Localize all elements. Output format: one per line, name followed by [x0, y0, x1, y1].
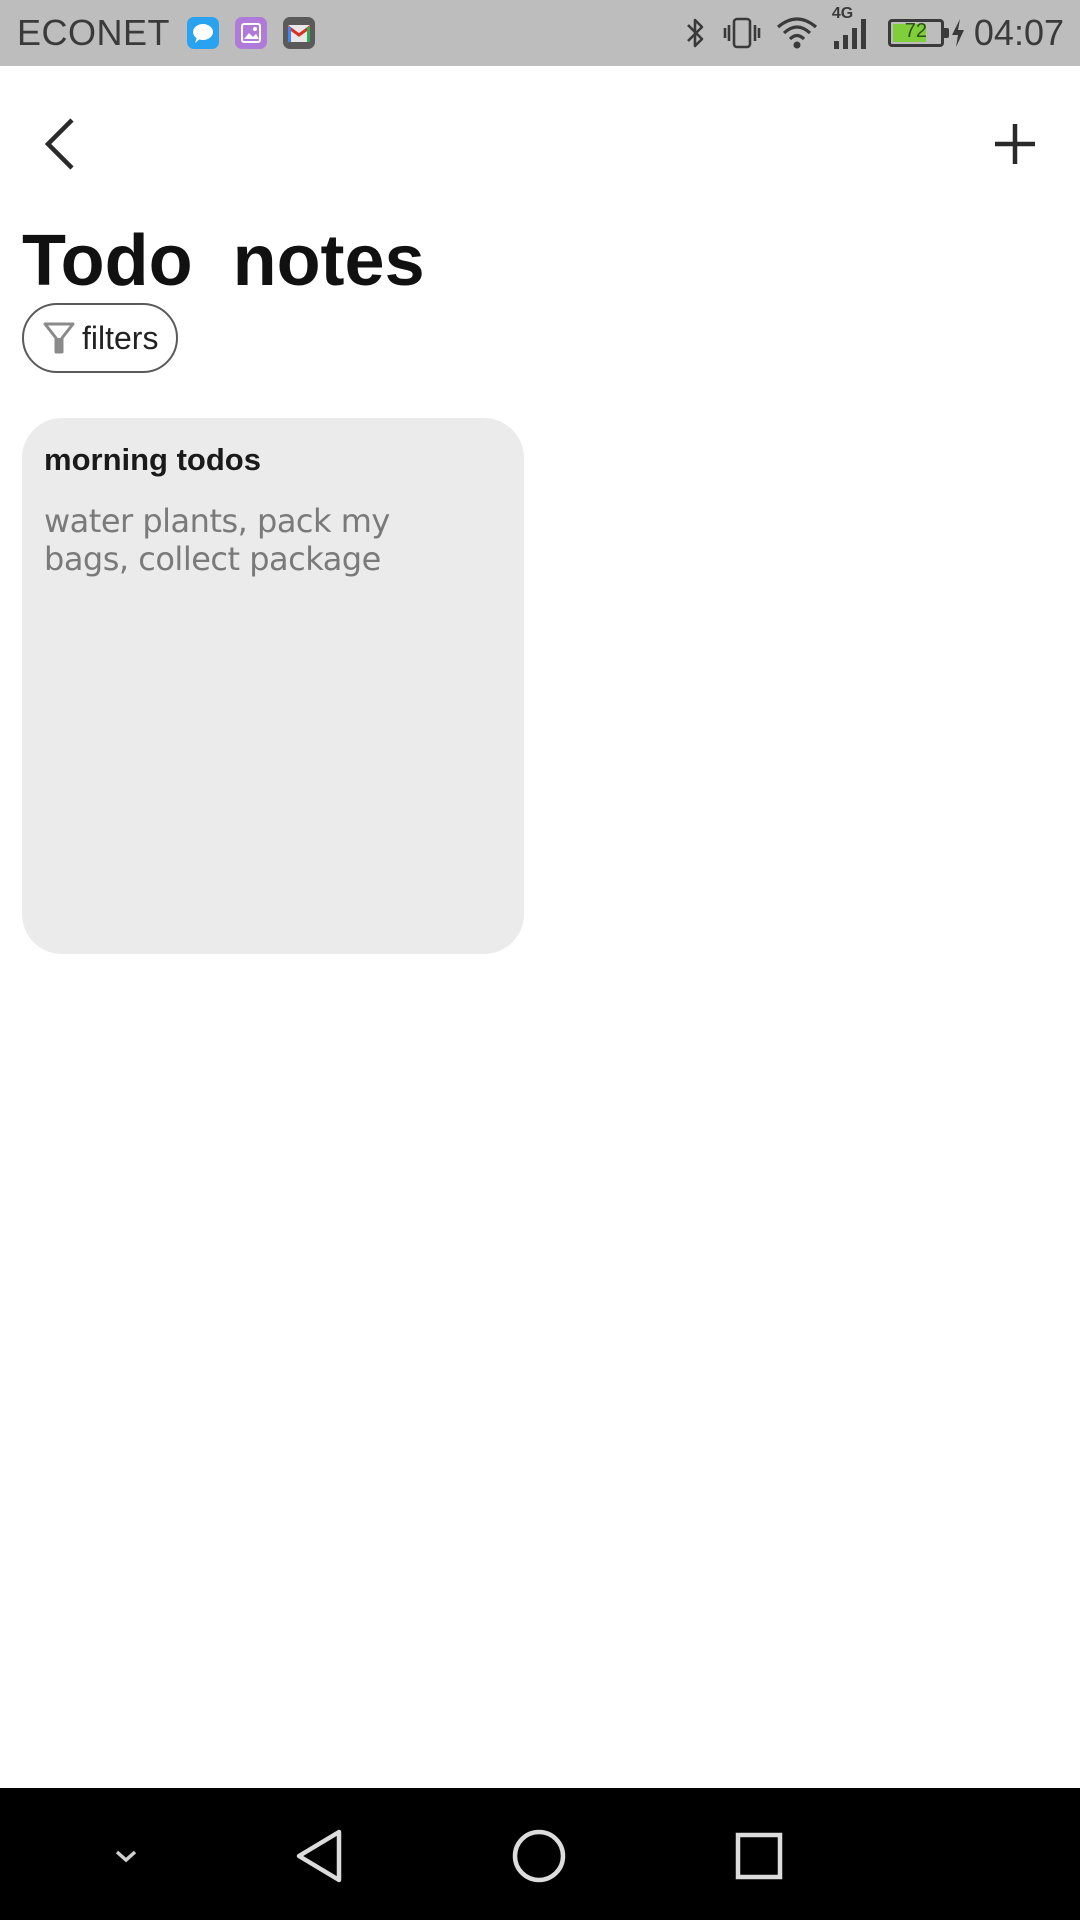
back-triangle-icon	[296, 1829, 342, 1883]
recents-square-icon	[735, 1832, 783, 1880]
navigation-bar	[0, 1788, 1080, 1920]
cell-signal-icon: 4G	[832, 5, 872, 51]
plus-icon	[995, 124, 1035, 164]
gmail-icon	[283, 17, 316, 49]
page-title: Todo notes	[22, 221, 425, 301]
wifi-icon	[776, 15, 818, 51]
nav-home-button[interactable]	[499, 1816, 579, 1896]
back-button[interactable]	[30, 108, 90, 180]
status-right: 4G 72 04:07	[668, 5, 1064, 54]
nav-recents-button[interactable]	[719, 1816, 799, 1896]
add-note-button[interactable]	[985, 108, 1045, 180]
charging-icon	[950, 17, 966, 49]
vibrate-icon	[722, 15, 762, 51]
battery-icon: 72	[887, 19, 949, 47]
hide-nav-button[interactable]	[86, 1816, 166, 1896]
nav-back-button[interactable]	[280, 1816, 360, 1896]
screen: ECONET 4G 72 04:07 Todo notes filters mo…	[0, 0, 1080, 1920]
bluetooth-icon	[682, 15, 708, 51]
battery-tip	[943, 28, 949, 38]
chevron-down-icon	[115, 1850, 137, 1863]
chevron-left-icon	[44, 118, 74, 170]
carrier-name: ECONET	[17, 12, 171, 53]
filters-label: filters	[82, 319, 159, 356]
status-left: ECONET	[17, 12, 316, 54]
gallery-icon	[235, 17, 268, 49]
funnel-icon	[43, 322, 75, 354]
filters-button[interactable]: filters	[22, 303, 178, 373]
battery-level: 72	[904, 20, 928, 42]
note-title: morning todos	[44, 442, 261, 477]
note-card[interactable]: morning todos water plants, pack my bags…	[22, 418, 524, 954]
clock: 04:07	[973, 12, 1064, 53]
status-bar: ECONET 4G 72 04:07	[0, 0, 1080, 66]
network-type-label: 4G	[831, 5, 854, 22]
messages-icon	[187, 17, 220, 49]
note-preview: water plants, pack my bags, collect pack…	[44, 502, 390, 578]
home-circle-icon	[512, 1829, 566, 1883]
